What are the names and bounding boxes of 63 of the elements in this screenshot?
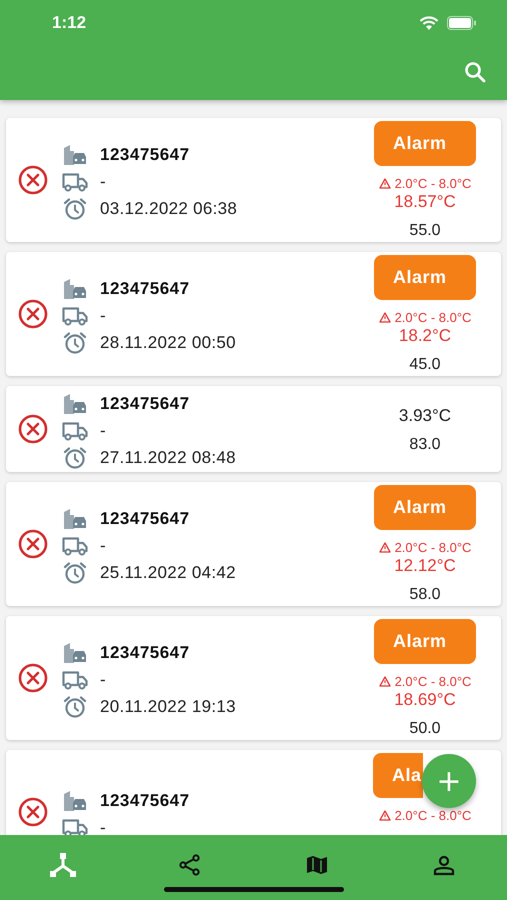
record-id: 123475647	[100, 790, 190, 810]
record-id: 123475647	[100, 643, 190, 663]
value-text: 58.0	[409, 586, 441, 604]
alarm-clock-icon	[62, 561, 88, 585]
range-text: 2.0°C - 8.0°C	[394, 310, 472, 325]
truck-icon	[62, 536, 88, 556]
truck-icon	[62, 670, 88, 690]
truck-icon	[62, 172, 88, 192]
value-text: 45.0	[409, 356, 441, 374]
record-card[interactable]: 123475647 - 28.11.2022 00:50 Alarm 2.0°C - 8.0°C 18.2°C 45.0	[6, 252, 501, 376]
vehicle-text: -	[100, 421, 106, 441]
value-text: 83.0	[409, 436, 441, 454]
vehicle-text: -	[100, 172, 106, 192]
temperature-text: 18.2°C	[398, 326, 452, 346]
temperature-text: 18.57°C	[394, 192, 456, 212]
alarm-clock-icon	[62, 695, 88, 719]
range-text: 2.0°C - 8.0°C	[394, 808, 472, 823]
search-icon[interactable]	[463, 60, 487, 84]
record-id: 123475647	[100, 279, 190, 299]
status-time: 1:12	[52, 13, 86, 33]
building-car-icon	[62, 790, 88, 812]
truck-icon	[62, 306, 88, 326]
vehicle-text: -	[100, 818, 106, 835]
temperature-text: 12.12°C	[394, 556, 456, 576]
alarm-clock-icon	[62, 331, 88, 355]
truck-icon	[62, 421, 88, 441]
wifi-icon	[419, 16, 439, 30]
alarm-clock-icon	[62, 197, 88, 221]
temperature-text: 3.93°C	[398, 406, 452, 426]
record-card[interactable]: 123475647 - 27.11.2022 08:48 3.93°C 83.0	[6, 386, 501, 472]
warning-icon	[378, 178, 391, 189]
building-car-icon	[62, 278, 88, 300]
truck-icon	[62, 818, 88, 835]
warning-icon	[378, 810, 391, 821]
warning-icon	[378, 542, 391, 553]
record-card[interactable]: 123475647 - 25.11.2022 04:42 Alarm 2.0°C - 8.0°C 12.12°C 58.0	[6, 482, 501, 606]
building-car-icon	[62, 642, 88, 664]
record-id: 123475647	[100, 145, 190, 165]
warning-icon	[378, 312, 391, 323]
battery-icon	[447, 16, 477, 30]
vehicle-text: -	[100, 536, 106, 556]
vehicle-text: -	[100, 306, 106, 326]
building-car-icon	[62, 508, 88, 530]
vehicle-text: -	[100, 670, 106, 690]
value-text: 55.0	[409, 222, 441, 240]
alarm-clock-icon	[62, 446, 88, 470]
record-id: 123475647	[100, 394, 190, 414]
value-text: 50.0	[409, 720, 441, 738]
building-car-icon	[62, 393, 88, 415]
range-text: 2.0°C - 8.0°C	[394, 674, 472, 689]
warning-icon	[378, 676, 391, 687]
date-text: 27.11.2022 08:48	[100, 448, 236, 468]
temperature-text: 18.69°C	[394, 690, 456, 710]
building-car-icon	[62, 144, 88, 166]
record-card[interactable]: 123475647 - 20.11.2022 19:13 Alarm 2.0°C - 8.0°C 18.69°C 50.0	[6, 616, 501, 740]
range-text: 2.0°C - 8.0°C	[394, 540, 472, 555]
date-text: 28.11.2022 00:50	[100, 333, 236, 353]
date-text: 03.12.2022 06:38	[100, 199, 238, 219]
record-card[interactable]: 123475647 - 03.12.2022 06:38 Alarm 2.0°C - 8.0°C 18.57°C 55.0	[6, 118, 501, 242]
date-text: 25.11.2022 04:42	[100, 563, 236, 583]
range-text: 2.0°C - 8.0°C	[394, 176, 472, 191]
record-id: 123475647	[100, 509, 190, 529]
date-text: 20.11.2022 19:13	[100, 697, 236, 717]
